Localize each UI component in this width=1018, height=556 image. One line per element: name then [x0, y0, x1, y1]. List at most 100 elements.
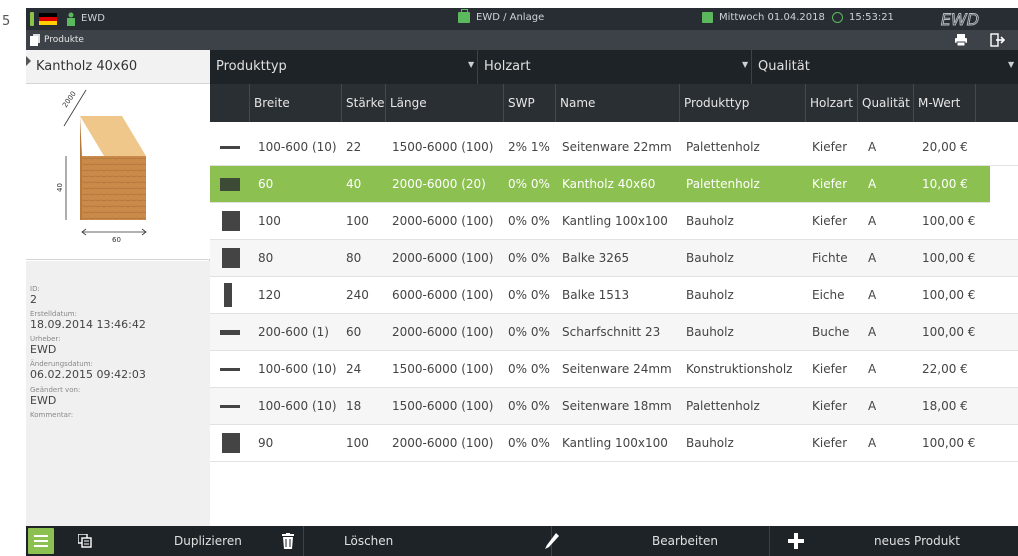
trash-icon [282, 533, 294, 549]
cell-mwert: 100,00 € [922, 325, 976, 339]
cell-qualitaet: A [868, 399, 877, 413]
author-value: EWD [30, 343, 57, 356]
edit-button[interactable]: Bearbeiten [545, 526, 770, 556]
cell-breite: 60 [258, 177, 274, 191]
cell-staerke: 40 [346, 177, 362, 191]
filter-produkttyp[interactable]: Produkttyp ▼ [210, 50, 478, 84]
table-row-selected[interactable]: 60 40 2000-6000 (20) 0% 0% Kantholz 40x60 Pal… [210, 166, 990, 203]
document-icon [30, 34, 40, 46]
svg-text:EWD: EWD [941, 10, 979, 29]
chevron-down-icon: ▼ [1008, 60, 1015, 69]
product-info: ID: 2 Erstelldatum: 18.09.2014 13:46:42 … [26, 261, 210, 526]
status-indicator [30, 12, 34, 26]
cell-staerke: 24 [346, 362, 362, 376]
logout-icon[interactable] [990, 33, 1006, 47]
briefcase-icon [458, 9, 470, 23]
language-flag-icon[interactable] [39, 13, 57, 25]
product-drawing: 2000 40 60 [26, 84, 210, 260]
cell-name: Kantling 100x100 [562, 436, 668, 450]
page-number: 5 [2, 14, 11, 29]
section-bar: Produkte [26, 30, 1018, 50]
cell-staerke: 100 [346, 214, 369, 228]
cell-breite: 100-600 (10) [258, 362, 337, 376]
lumber-drawing-icon: 2000 40 60 [56, 89, 147, 244]
cell-laenge: 2000-6000 (100) [392, 251, 494, 265]
column-produkttyp[interactable]: Produkttyp [680, 84, 806, 122]
column-mwert[interactable]: M-Wert [914, 84, 976, 122]
modified-by-value: EWD [30, 394, 57, 407]
section-title: Produkte [44, 35, 84, 45]
table-row[interactable]: 90 100 2000-6000 (100) 0% 0% Kantling 100x10… [210, 425, 1018, 462]
table-row[interactable]: 100-600 (10) 22 1500-6000 (100) 2% 1% Seiten… [210, 129, 1018, 166]
top-status-bar: EWD EWD / Anlage Mittwoch 01.04.2018 15:… [26, 8, 1018, 30]
filter-holzart[interactable]: Holzart ▼ [478, 50, 752, 84]
cell-swp: 0% 0% [508, 177, 550, 191]
column-qualitaet[interactable]: Qualität [858, 84, 914, 122]
cell-laenge: 1500-6000 (100) [392, 399, 494, 413]
cell-mwert: 18,00 € [922, 399, 968, 413]
date-display: Mittwoch 01.04.2018 [702, 12, 825, 23]
delete-label: Löschen [344, 534, 394, 548]
cell-produkttyp: Palettenholz [686, 399, 760, 413]
breadcrumb-label: EWD / Anlage [476, 12, 545, 23]
cell-breite: 100 [258, 214, 281, 228]
cell-name: Balke 1513 [562, 288, 630, 302]
duplicate-button[interactable]: Duplizieren [56, 526, 304, 556]
time-label: 15:53:21 [849, 12, 894, 23]
cell-name: Kantholz 40x60 [562, 177, 656, 191]
cell-qualitaet: A [868, 140, 877, 154]
product-title: Kantholz 40x60 [36, 59, 138, 74]
expand-arrow-icon[interactable] [26, 56, 31, 66]
cell-breite: 90 [258, 436, 274, 450]
cell-laenge: 1500-6000 (100) [392, 362, 494, 376]
created-value: 18.09.2014 13:46:42 [30, 318, 146, 331]
table-row[interactable]: 100-600 (10) 18 1500-6000 (100) 0% 0% Seiten… [210, 388, 1018, 425]
svg-text:60: 60 [112, 236, 121, 244]
edit-label: Bearbeiten [652, 534, 718, 548]
ewd-logo: EWD [940, 10, 979, 29]
filter-qualitaet[interactable]: Qualität ▼ [752, 50, 1018, 84]
column-staerke[interactable]: Stärke [342, 84, 386, 122]
cell-breite: 100-600 (10) [258, 140, 337, 154]
printer-icon[interactable] [954, 33, 968, 47]
new-product-button[interactable]: neues Produkt [770, 526, 1018, 556]
cell-produkttyp: Palettenholz [686, 177, 760, 191]
id-value: 2 [30, 293, 37, 306]
author-label: Urheber: [30, 335, 61, 343]
profile-shape-icon [220, 368, 240, 371]
profile-shape-icon [222, 211, 240, 231]
cell-produkttyp: Bauholz [686, 251, 734, 265]
table-header: Breite Stärke Länge SWP Name Produkttyp … [210, 84, 1018, 122]
table-row[interactable]: 100-600 (10) 24 1500-6000 (100) 0% 0% Seiten… [210, 351, 1018, 388]
table-row[interactable]: 100 100 2000-6000 (100) 0% 0% Kantling 100x1… [210, 203, 1018, 240]
table-row[interactable]: 80 80 2000-6000 (100) 0% 0% Balke 3265 Bauhol… [210, 240, 1018, 277]
cell-produkttyp: Palettenholz [686, 140, 760, 154]
cell-name: Seitenware 24mm [562, 362, 672, 376]
cell-swp: 0% 0% [508, 251, 550, 265]
cell-breite: 80 [258, 251, 274, 265]
column-laenge[interactable]: Länge [386, 84, 504, 122]
cell-swp: 0% 0% [508, 214, 550, 228]
menu-button[interactable] [28, 528, 54, 554]
cell-qualitaet: A [868, 214, 877, 228]
delete-button[interactable]: Löschen [282, 526, 552, 556]
duplicate-icon [78, 534, 92, 548]
cell-breite: 200-600 (1) [258, 325, 329, 339]
cell-breite: 100-600 (10) [258, 399, 337, 413]
table-row[interactable]: 200-600 (1) 60 2000-6000 (100) 0% 0% Scharfs… [210, 314, 1018, 351]
chevron-down-icon: ▼ [742, 60, 749, 69]
cell-holzart: Kiefer [812, 214, 848, 228]
cell-swp: 0% 0% [508, 288, 550, 302]
cell-swp: 2% 1% [508, 140, 550, 154]
column-name[interactable]: Name [556, 84, 680, 122]
table-row[interactable]: 120 240 6000-6000 (100) 0% 0% Balke 1513 Bauh… [210, 277, 1018, 314]
cell-name: Balke 3265 [562, 251, 630, 265]
cell-produkttyp: Bauholz [686, 436, 734, 450]
column-breite[interactable]: Breite [250, 84, 342, 122]
breadcrumb: EWD / Anlage [458, 9, 545, 23]
profile-shape-icon [222, 248, 240, 268]
column-holzart[interactable]: Holzart [806, 84, 858, 122]
cell-mwert: 10,00 € [922, 177, 968, 191]
cell-holzart: Fichte [812, 251, 848, 265]
column-swp[interactable]: SWP [504, 84, 556, 122]
